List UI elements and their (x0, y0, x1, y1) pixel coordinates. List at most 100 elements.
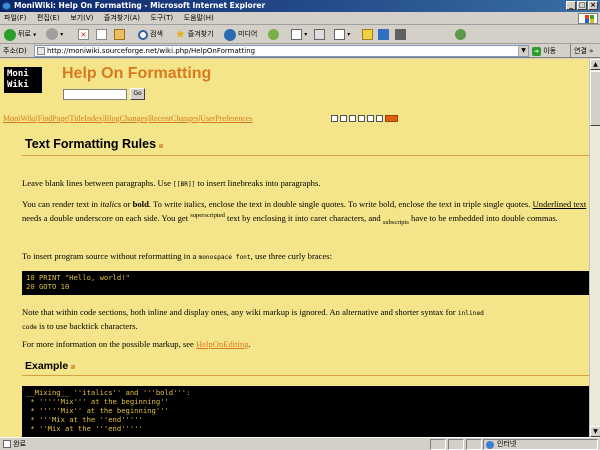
forward-button[interactable]: ▾ (46, 27, 63, 42)
scroll-thumb[interactable] (590, 71, 600, 126)
media-label: 미디어 (238, 30, 258, 38)
code-block-example: __Mixing__ ''italics'' and '''bold''': *… (22, 386, 589, 437)
edit-page-icon (334, 28, 345, 40)
address-dropdown-icon[interactable]: ▼ (518, 46, 528, 56)
security-zone: 인터넷 (483, 439, 598, 450)
vertical-scrollbar[interactable]: ▲ ▼ (589, 59, 600, 437)
text: needs a double underscore on each side. … (22, 213, 191, 223)
history-button[interactable] (268, 27, 279, 42)
edit-icon[interactable] (331, 115, 338, 122)
italic-text: italics (100, 199, 122, 209)
scroll-up-button[interactable]: ▲ (590, 59, 600, 70)
heading-anchor-icon[interactable] (71, 365, 76, 369)
menu-file[interactable]: 파일(F) (0, 12, 30, 25)
wiki-nav-links: MoniWiki|FindPage|TitleIndex|BlogChanges… (3, 114, 253, 123)
text: Leave blank lines between paragraphs. Us… (22, 178, 174, 188)
close-button[interactable]: × (588, 1, 598, 10)
search-button[interactable]: 검색 (138, 27, 163, 42)
windows-flag-icon (578, 13, 598, 24)
research-icon (378, 28, 389, 40)
nav-link-userpreferences[interactable]: UserPreferences (200, 114, 252, 123)
page-action-icons (331, 115, 400, 123)
status-bar: 완료 인터넷 (0, 437, 600, 450)
status-segment (448, 439, 464, 450)
text: or (121, 199, 133, 209)
address-label: 주소(D) (3, 47, 27, 55)
info-icon[interactable] (358, 115, 365, 122)
paragraph-3: To insert program source without reforma… (22, 250, 588, 264)
stop-button[interactable]: × (78, 27, 89, 42)
underlined-text: Underlined text (532, 199, 587, 209)
diff-icon[interactable] (340, 115, 347, 122)
research-button[interactable] (378, 27, 389, 42)
address-input[interactable]: http://moniwiki.sourceforge.net/wiki.php… (34, 45, 529, 57)
nav-link-moniwiki[interactable]: MoniWiki (3, 114, 36, 123)
page-title[interactable]: Help On Formatting (62, 65, 211, 83)
logo-line-2: Wiki (7, 80, 29, 90)
paragraph-5: For more information on the possible mar… (22, 338, 588, 350)
find-icon[interactable] (349, 115, 356, 122)
refresh-button[interactable] (96, 27, 107, 42)
nav-link-titleindex[interactable]: TitleIndex (69, 114, 102, 123)
text: is to use backtick characters. (36, 321, 138, 331)
subscribe-icon[interactable] (367, 115, 374, 122)
messenger-icon (362, 28, 373, 40)
menu-help[interactable]: 도움말(H) (180, 12, 218, 25)
stop-icon: × (78, 28, 89, 40)
window-titlebar[interactable]: MoniWiki: Help On Formatting - Microsoft… (0, 0, 600, 12)
menu-edit[interactable]: 편집(E) (33, 12, 64, 25)
menu-view[interactable]: 보기(V) (66, 12, 97, 25)
favorites-button[interactable]: ★ 즐겨찾기 (175, 27, 214, 42)
wiki-go-button[interactable]: Go (130, 88, 145, 100)
mail-button[interactable]: ▾ (291, 27, 307, 42)
text: . To write italics, enclose the text in … (148, 199, 533, 209)
print-button[interactable] (314, 27, 325, 42)
inline-code: [[BR]] (173, 181, 196, 188)
ie-logo-icon (2, 2, 11, 10)
back-button[interactable]: 뒤로 ▾ (4, 27, 36, 42)
print-icon (314, 28, 325, 40)
logo-line-1: Moni (7, 69, 29, 79)
minimize-button[interactable]: _ (566, 1, 576, 10)
help-on-editing-link[interactable]: HelpOnEditing (196, 339, 249, 349)
nav-link-findpage[interactable]: FindPage (38, 114, 68, 123)
bold-text: bold (132, 199, 149, 209)
mail-icon (291, 28, 302, 40)
zone-label: 인터넷 (497, 440, 517, 448)
menu-favorites[interactable]: 즐겨찾기(A) (100, 12, 144, 25)
heading-anchor-icon[interactable] (159, 144, 164, 148)
links-button[interactable]: 연결 » (570, 44, 593, 58)
nav-link-recentchanges[interactable]: RecentChanges (149, 114, 199, 123)
maximize-button[interactable]: □ (577, 1, 587, 10)
section-heading-text-formatting: Text Formatting Rules (25, 137, 164, 151)
extra-tool-button[interactable] (395, 27, 406, 42)
raw-icon[interactable] (376, 115, 383, 122)
menu-tools[interactable]: 도구(T) (146, 12, 177, 25)
messenger-status-button[interactable] (455, 27, 466, 42)
nav-link-blogchanges[interactable]: BlogChanges (104, 114, 147, 123)
rss-icon[interactable] (385, 115, 398, 122)
favorites-label: 즐겨찾기 (187, 30, 214, 38)
messenger-button[interactable] (362, 27, 373, 42)
status-done-label: 완료 (13, 440, 27, 448)
menu-bar: 파일(F) 편집(E) 보기(V) 즐겨찾기(A) 도구(T) 도움말(H) (0, 12, 600, 25)
go-nav-label: 이동 (543, 47, 557, 55)
moniwiki-logo[interactable]: Moni Wiki (4, 67, 42, 93)
window-title: MoniWiki: Help On Formatting - Microsoft… (14, 1, 266, 10)
scroll-down-button[interactable]: ▼ (590, 426, 600, 437)
back-arrow-icon (4, 28, 16, 41)
go-nav-button[interactable]: ➔ 이동 (532, 44, 556, 58)
media-button[interactable]: 미디어 (224, 27, 257, 42)
edit-button[interactable]: ▾ (334, 27, 350, 42)
inline-code: code (22, 324, 37, 331)
text: You can render text in (22, 199, 101, 209)
text: To insert program source without reforma… (22, 251, 199, 261)
heading-text: Text Formatting Rules (25, 137, 157, 151)
inline-code: inlined (457, 310, 484, 317)
buddy-icon (455, 28, 466, 40)
text: to insert linebreaks into paragraphs. (195, 178, 321, 188)
home-button[interactable] (114, 27, 125, 42)
text: text by enclosing it into caret characte… (224, 213, 383, 223)
wiki-search-input[interactable] (63, 89, 127, 100)
address-url: http://moniwiki.sourceforge.net/wiki.php… (47, 47, 256, 55)
